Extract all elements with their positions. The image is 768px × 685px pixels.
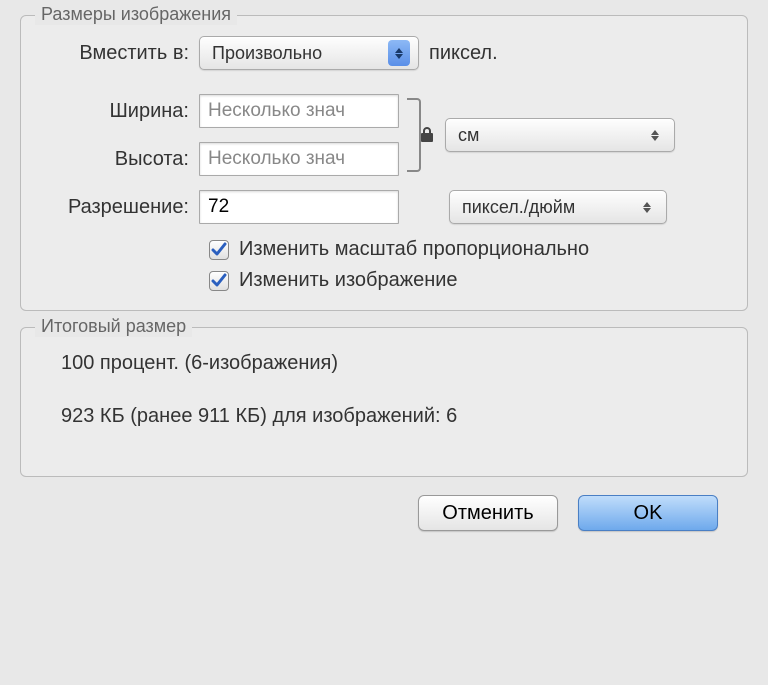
- dimension-unit-value: см: [458, 125, 479, 146]
- fit-in-label: Вместить в:: [39, 42, 199, 65]
- resolution-unit-value: пиксел./дюйм: [462, 197, 575, 218]
- fit-in-value: Произвольно: [212, 43, 322, 64]
- resize-image-checkbox[interactable]: [209, 271, 229, 291]
- proportional-checkbox[interactable]: [209, 240, 229, 260]
- dialog-buttons: Отменить OK: [20, 495, 748, 531]
- result-legend: Итоговый размер: [35, 316, 192, 337]
- height-label: Высота:: [39, 148, 199, 171]
- dropdown-arrows-icon: [636, 194, 658, 220]
- result-size-line: 923 КБ (ранее 911 КБ) для изображений: 6: [39, 405, 729, 428]
- resize-image-checkbox-label: Изменить изображение: [239, 269, 458, 292]
- width-input[interactable]: [199, 94, 399, 128]
- link-bracket: [401, 96, 431, 174]
- lock-icon[interactable]: [419, 126, 435, 144]
- height-input[interactable]: [199, 142, 399, 176]
- fit-in-select[interactable]: Произвольно: [199, 36, 419, 70]
- proportional-checkbox-label: Изменить масштаб пропорционально: [239, 238, 589, 261]
- dimensions-block: Ширина: Высота: см: [39, 94, 729, 176]
- image-size-dialog: Размеры изображения Вместить в: Произвол…: [0, 0, 768, 546]
- ok-button[interactable]: OK: [578, 495, 718, 531]
- result-percent-line: 100 процент. (6-изображения): [39, 352, 729, 375]
- resolution-input[interactable]: [199, 190, 399, 224]
- dropdown-arrows-icon: [388, 40, 410, 66]
- result-fieldset: Итоговый размер 100 процент. (6-изображе…: [20, 327, 748, 477]
- fit-in-unit: пиксел.: [429, 42, 498, 65]
- resize-image-checkbox-row: Изменить изображение: [39, 269, 729, 292]
- dimensions-fieldset: Размеры изображения Вместить в: Произвол…: [20, 15, 748, 311]
- resolution-label: Разрешение:: [39, 196, 199, 219]
- width-label: Ширина:: [39, 100, 199, 123]
- resolution-row: Разрешение: пиксел./дюйм: [39, 190, 729, 224]
- dimension-unit-select[interactable]: см: [445, 118, 675, 152]
- cancel-button[interactable]: Отменить: [418, 495, 558, 531]
- dimensions-legend: Размеры изображения: [35, 4, 237, 25]
- dropdown-arrows-icon: [644, 122, 666, 148]
- proportional-checkbox-row: Изменить масштаб пропорционально: [39, 238, 729, 261]
- resolution-unit-select[interactable]: пиксел./дюйм: [449, 190, 667, 224]
- fit-in-row: Вместить в: Произвольно пиксел.: [39, 36, 729, 70]
